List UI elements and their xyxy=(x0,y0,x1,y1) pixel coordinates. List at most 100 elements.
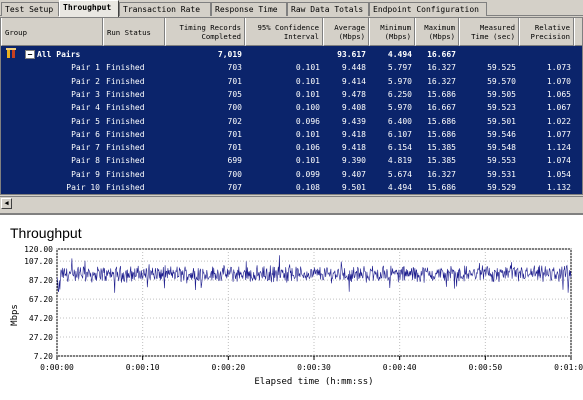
x-tick-label: 0:00:30 xyxy=(297,363,331,372)
cell-precision: 1.070 xyxy=(546,76,571,86)
cell-records: 699 xyxy=(227,156,242,166)
all-pairs-minimum: 4.494 xyxy=(387,50,412,59)
cell-average: 9.448 xyxy=(341,63,366,73)
column-header-minimum[interactable]: Minimum (Mbps) xyxy=(369,18,415,46)
cell-status: Finished xyxy=(106,129,145,139)
table-row[interactable]: Pair 6 Finished 701 0.101 9.418 6.107 15.686 59… xyxy=(1,128,574,141)
cell-measured: 59.548 xyxy=(487,143,516,153)
x-tick-label: 0:00:20 xyxy=(211,363,245,372)
horizontal-scrollbar[interactable]: ◀ xyxy=(0,196,583,209)
cell-confidence: 0.100 xyxy=(295,103,320,113)
table-row[interactable]: Pair 9 Finished 700 0.099 9.407 5.674 16.327 59… xyxy=(1,168,574,181)
cell-minimum: 5.970 xyxy=(387,103,412,113)
y-axis-label: Mbps xyxy=(10,304,20,326)
table-row[interactable]: Pair 1 Finished 703 0.101 9.448 5.797 16.327 59… xyxy=(1,61,574,74)
cell-minimum: 6.250 xyxy=(387,89,412,99)
cell-name: Pair 9 xyxy=(71,169,100,179)
cell-precision: 1.067 xyxy=(546,103,571,113)
cell-maximum: 15.686 xyxy=(427,116,456,126)
cell-maximum: 15.686 xyxy=(427,183,456,192)
column-header-relative-precision[interactable]: Relative Precision xyxy=(519,18,574,46)
cell-measured: 59.523 xyxy=(487,103,516,113)
cell-maximum: 15.385 xyxy=(427,143,456,153)
column-header-maximum[interactable]: Maximum (Mbps) xyxy=(415,18,459,46)
column-header-timing-records[interactable]: Timing Records Completed xyxy=(165,18,245,46)
cell-records: 701 xyxy=(227,76,242,86)
cell-name: Pair 2 xyxy=(71,76,100,86)
tab-response-time[interactable]: Response Time xyxy=(211,2,287,16)
y-tick-label: 107.20 xyxy=(24,257,53,266)
cell-maximum: 16.327 xyxy=(427,169,456,179)
y-tick-label: 120.00 xyxy=(24,245,53,254)
cell-precision: 1.074 xyxy=(546,156,571,166)
collapse-toggle-icon[interactable]: − xyxy=(25,50,35,59)
cell-precision: 1.065 xyxy=(546,89,571,99)
cell-records: 702 xyxy=(227,116,242,126)
x-tick-labels: 0:00:00 0:00:10 0:00:20 0:00:30 0:00:40 0:00:… xyxy=(40,363,583,372)
cell-status: Finished xyxy=(106,103,145,113)
column-header-average[interactable]: Average (Mbps) xyxy=(323,18,369,46)
cell-measured: 59.553 xyxy=(487,156,516,166)
table-row[interactable]: Pair 4 Finished 700 0.100 9.408 5.970 16.667 59… xyxy=(1,101,574,114)
cell-precision: 1.054 xyxy=(546,169,571,179)
cell-status: Finished xyxy=(106,89,145,99)
cell-confidence: 0.101 xyxy=(295,63,320,73)
all-pairs-records: 7,019 xyxy=(217,50,242,59)
column-header-measured-time[interactable]: Measured Time (sec) xyxy=(459,18,519,46)
table-row[interactable]: Pair 3 Finished 705 0.101 9.478 6.250 15.686 59… xyxy=(1,88,574,101)
cell-name: Pair 1 xyxy=(71,63,100,73)
cell-measured: 59.546 xyxy=(487,129,516,139)
cell-name: Pair 5 xyxy=(71,116,100,126)
tab-throughput[interactable]: Throughput xyxy=(59,0,119,17)
all-pairs-label: All Pairs xyxy=(37,50,81,59)
cell-confidence: 0.108 xyxy=(295,183,320,192)
all-pairs-maximum: 16.667 xyxy=(427,50,456,59)
x-tick-label: 0:00:00 xyxy=(40,363,74,372)
cell-confidence: 0.099 xyxy=(295,169,320,179)
cell-maximum: 15.686 xyxy=(427,89,456,99)
tab-transaction-rate[interactable]: Transaction Rate xyxy=(119,2,211,16)
cell-minimum: 6.400 xyxy=(387,116,412,126)
vertical-scrollbar[interactable] xyxy=(572,46,582,194)
cell-maximum: 16.327 xyxy=(427,63,456,73)
cell-precision: 1.073 xyxy=(546,63,571,73)
table-row[interactable]: Pair 2 Finished 701 0.101 9.414 5.970 16.327 59… xyxy=(1,75,574,88)
cell-records: 700 xyxy=(227,169,242,179)
cell-precision: 1.132 xyxy=(546,183,571,192)
y-tick-label: 7.20 xyxy=(34,352,53,361)
cell-average: 9.478 xyxy=(341,89,366,99)
cell-status: Finished xyxy=(106,169,145,179)
cell-minimum: 5.970 xyxy=(387,76,412,86)
pair-group-icon xyxy=(5,48,17,61)
cell-measured: 59.529 xyxy=(487,183,516,192)
cell-status: Finished xyxy=(106,116,145,126)
cell-average: 9.418 xyxy=(341,129,366,139)
tab-test-setup[interactable]: Test Setup xyxy=(1,2,59,16)
cell-records: 705 xyxy=(227,89,242,99)
cell-measured: 59.570 xyxy=(487,76,516,86)
cell-maximum: 16.327 xyxy=(427,76,456,86)
tab-endpoint-configuration[interactable]: Endpoint Configuration xyxy=(369,2,487,16)
cell-average: 9.439 xyxy=(341,116,366,126)
column-header-confidence[interactable]: 95% Confidence Interval xyxy=(245,18,323,46)
table-row[interactable]: Pair 10 Finished 707 0.108 9.501 4.494 15.686 5… xyxy=(1,181,574,194)
table-row[interactable]: Pair 5 Finished 702 0.096 9.439 6.400 15.686 59… xyxy=(1,115,574,128)
cell-confidence: 0.101 xyxy=(295,76,320,86)
table-row[interactable]: Pair 8 Finished 699 0.101 9.390 4.819 15.385 59… xyxy=(1,154,574,167)
y-tick-labels: 120.00 107.20 87.20 67.20 47.20 27.20 7.20 xyxy=(24,245,53,361)
tab-bar: Test Setup Throughput Transaction Rate R… xyxy=(0,0,583,17)
tab-raw-data-totals[interactable]: Raw Data Totals xyxy=(287,2,369,16)
table-header: Group Run Status Timing Records Complete… xyxy=(1,18,582,46)
cell-minimum: 4.819 xyxy=(387,156,412,166)
results-table: Group Run Status Timing Records Complete… xyxy=(0,17,583,195)
column-header-run-status[interactable]: Run Status xyxy=(103,18,165,46)
scroll-left-icon[interactable]: ◀ xyxy=(1,198,12,209)
table-row-all-pairs[interactable]: − All Pairs 7,019 93.617 4.494 16.667 xyxy=(1,48,574,61)
y-tick-label: 27.20 xyxy=(29,333,53,342)
throughput-chart: 120.00 107.20 87.20 67.20 47.20 27.20 7.20 0:0… xyxy=(10,245,583,387)
throughput-chart-panel: Throughput 120.00 107.20 87.20 67.20 47.20 27… xyxy=(0,213,583,400)
cell-confidence: 0.101 xyxy=(295,89,320,99)
table-row[interactable]: Pair 7 Finished 701 0.106 9.418 6.154 15.385 59… xyxy=(1,141,574,154)
column-header-group[interactable]: Group xyxy=(1,18,103,46)
cell-status: Finished xyxy=(106,63,145,73)
